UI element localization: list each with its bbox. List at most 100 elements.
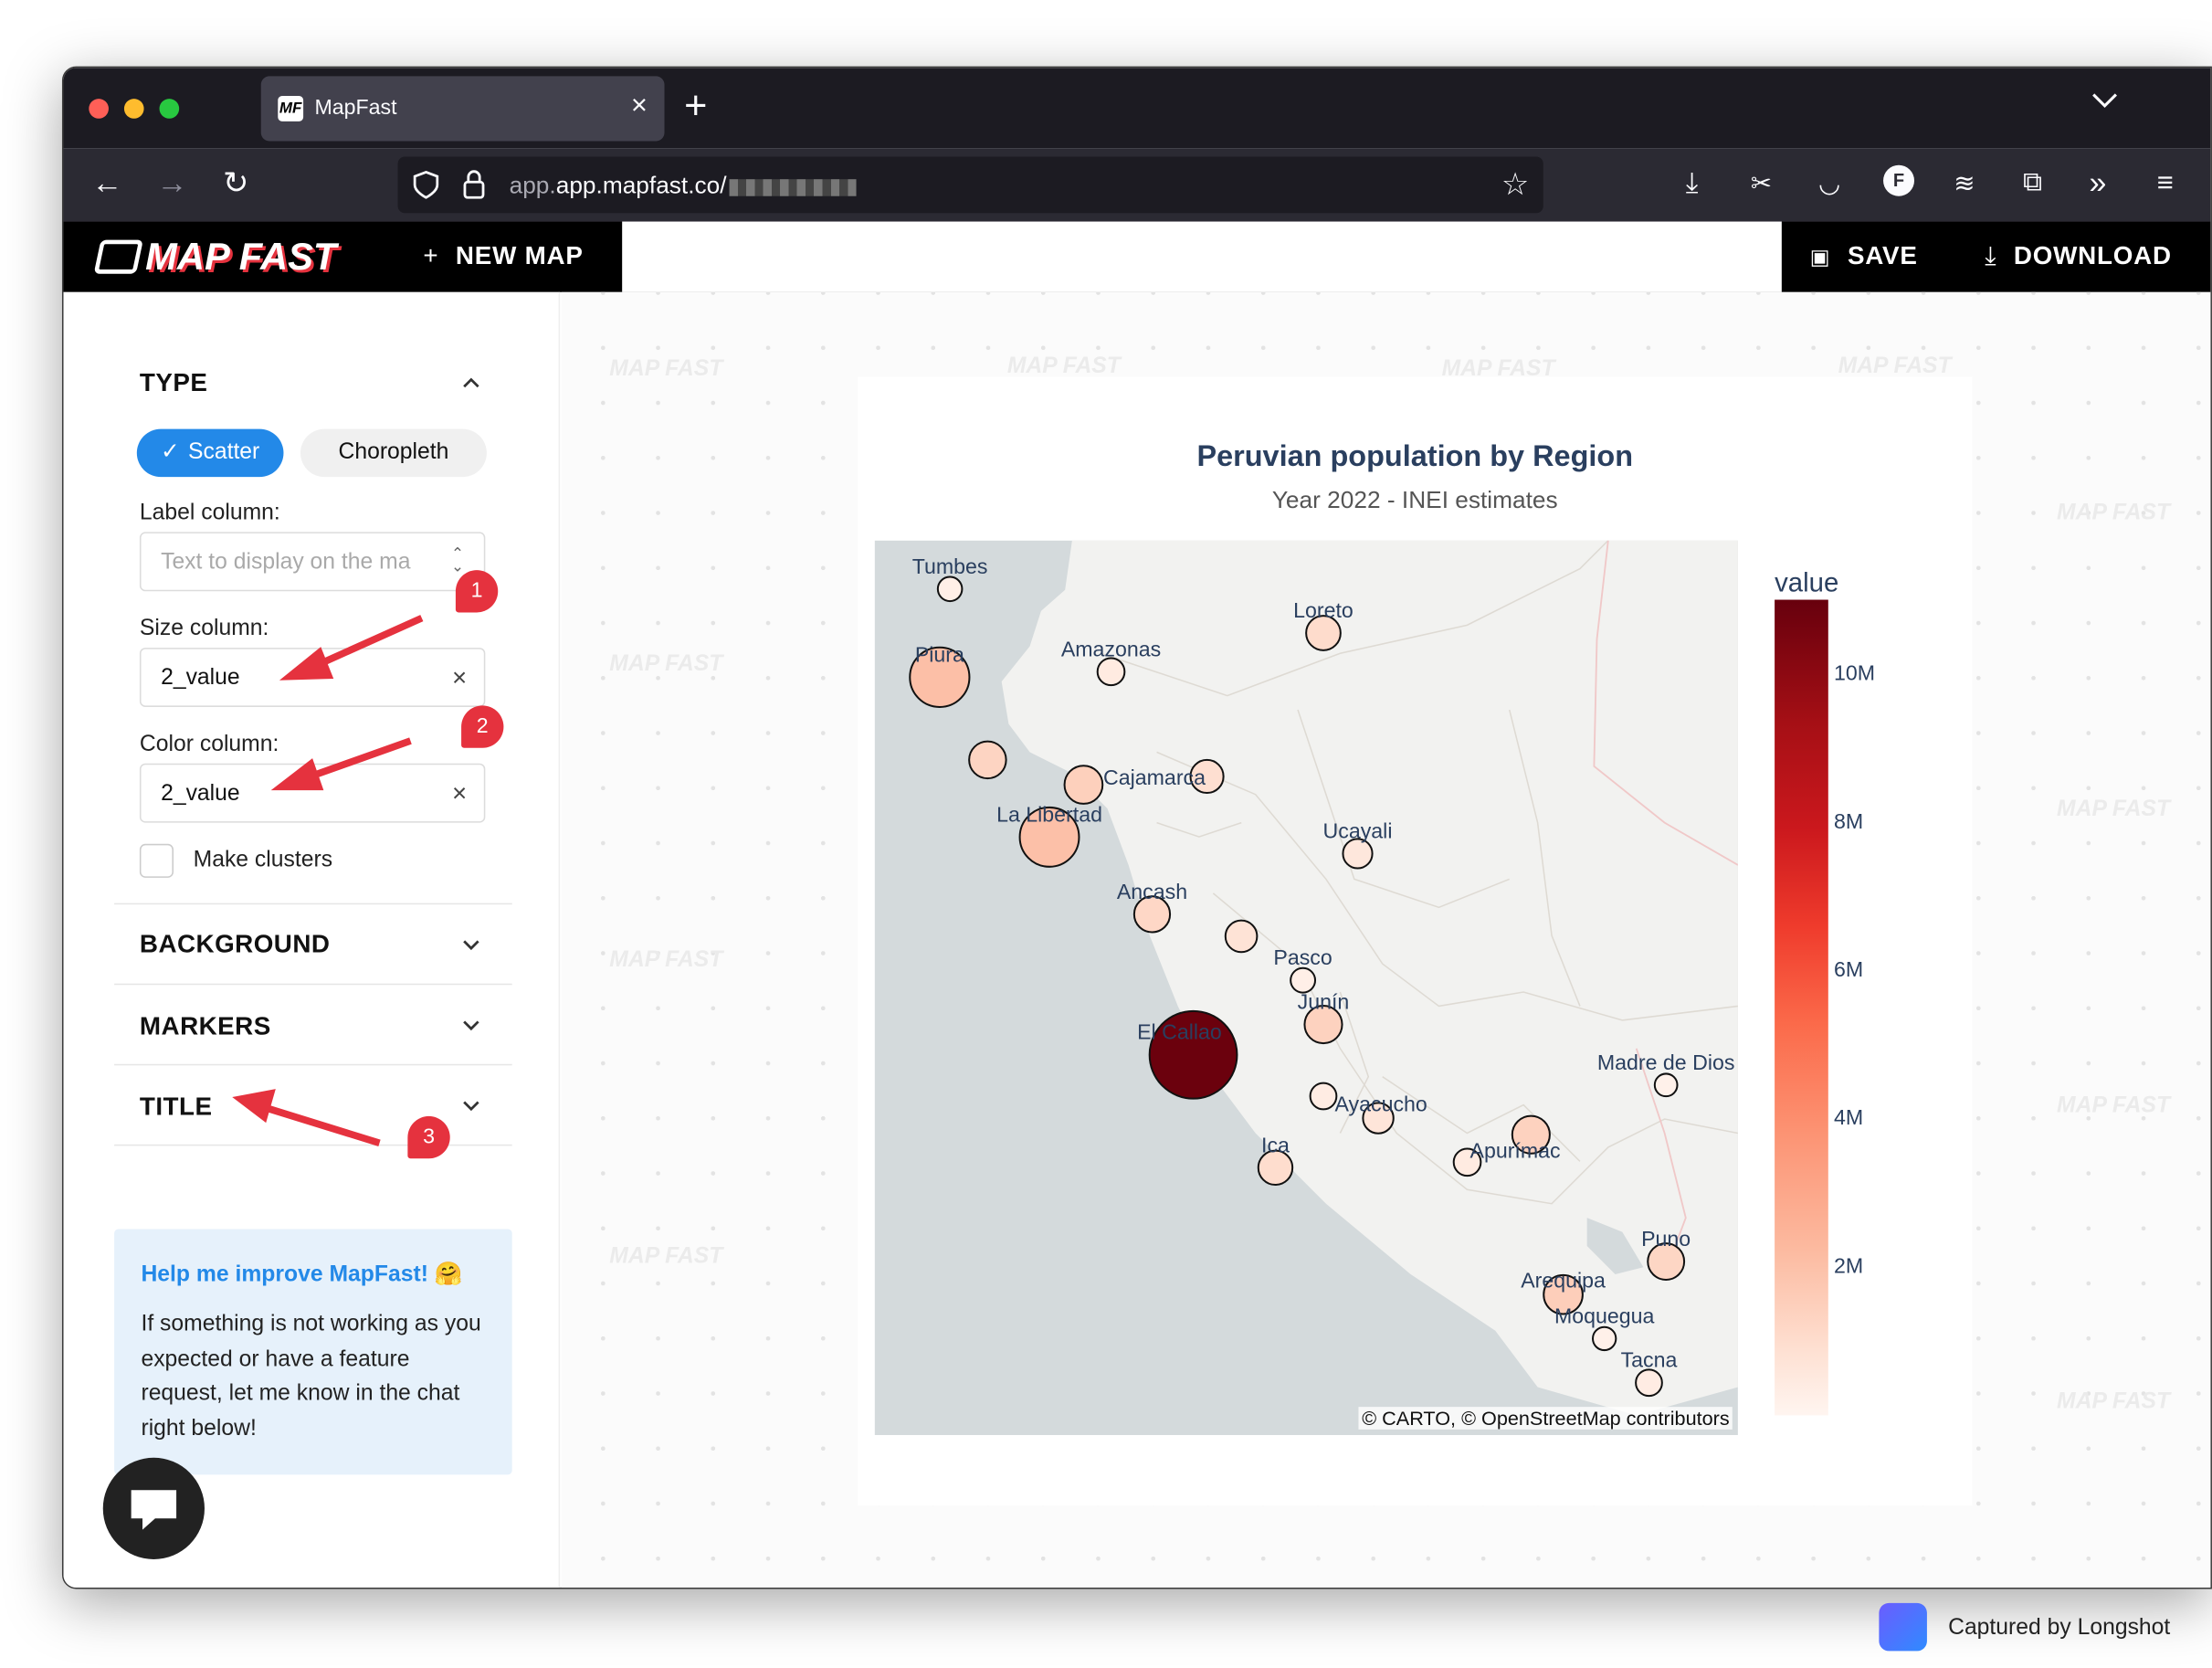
colorbar-tick-label: 8M: [1833, 809, 1864, 834]
app-header: MAP FAST + NEW MAP ▣ SAVE ⤓ DOWNLOAD: [63, 221, 2211, 292]
shield-icon[interactable]: [413, 170, 439, 199]
map-label-arequipa: Arequipa: [1521, 1268, 1606, 1292]
close-window-button[interactable]: [89, 99, 109, 119]
map-label-amazonas: Amazonas: [1061, 637, 1161, 660]
hamburger-menu-icon[interactable]: ≡: [2157, 168, 2174, 199]
reload-icon[interactable]: ↻: [223, 167, 248, 199]
map-marker-moquegua[interactable]: [1592, 1325, 1617, 1352]
chart-subtitle: Year 2022 - INEI estimates: [1271, 486, 1558, 514]
map-label-piura: Piura: [915, 642, 964, 666]
map-marker-madre-de-dios[interactable]: [1653, 1072, 1679, 1098]
map-label-tacna: Tacna: [1621, 1348, 1678, 1372]
minimize-window-button[interactable]: [123, 99, 144, 119]
map-label-moquegua: Moquegua: [1554, 1304, 1655, 1327]
help-body: If something is not working as you expec…: [141, 1312, 481, 1441]
redacted-url-path: [729, 178, 857, 195]
chat-button[interactable]: [102, 1457, 205, 1560]
download-label: DOWNLOAD: [2013, 241, 2172, 270]
forward-arrow-icon[interactable]: →: [156, 167, 187, 199]
settings-sidebar: TYPE ✓ Scatter Choropleth Label column: T…: [63, 291, 561, 1588]
map-marker-lambayeque[interactable]: [968, 740, 1007, 780]
map-label-ucayali: Ucayali: [1323, 818, 1393, 842]
pocket-icon[interactable]: ◡: [1818, 168, 1840, 199]
map-label-loreto: Loreto: [1293, 598, 1354, 622]
translate-icon[interactable]: ≋: [1954, 168, 1975, 199]
browser-tab[interactable]: MF MapFast ×: [260, 76, 665, 142]
map-label-ancash: Ancash: [1117, 880, 1187, 903]
browser-toolbar: ← → ↻ app.app.mapfast.co/ ☆ ⤓ ✂ ◡ F ≋ ⧉ …: [63, 148, 2211, 222]
annotation-arrows: [232, 615, 424, 1146]
map-marker-huancavelica[interactable]: [1309, 1082, 1338, 1111]
url-host: app.mapfast.co/: [555, 172, 727, 199]
header-spacer: [622, 221, 1782, 292]
map-label-pasco: Pasco: [1273, 945, 1332, 969]
map-svg[interactable]: Tumbes Loreto Amazonas Piura CajamarcaLa Lib…: [874, 540, 1738, 1436]
screenshot-icon[interactable]: ✂: [1751, 168, 1772, 199]
map-attribution: © CARTO, © OpenStreetMap contributors: [1359, 1407, 1733, 1430]
back-arrow-icon[interactable]: ←: [91, 167, 122, 199]
map-label-jun-n: Junín: [1298, 990, 1350, 1014]
download-icon: ⤓: [1985, 241, 1997, 270]
colorbar-tick-label: 10M: [1833, 660, 1876, 686]
extensions-puzzle-icon[interactable]: ⧉: [2023, 168, 2042, 199]
colorbar-tick-label: 4M: [1833, 1105, 1864, 1131]
list-tabs-chevron-icon[interactable]: [2092, 91, 2118, 109]
zoom-window-button[interactable]: [159, 99, 180, 119]
chart-title: Peruvian population by Region: [1196, 439, 1634, 473]
save-button[interactable]: ▣ SAVE: [1810, 241, 1918, 270]
map-label-el-callao: El Callao: [1137, 1020, 1222, 1044]
chart-figure: Peruvian population by Region Year 2022 …: [858, 376, 1973, 1506]
watermark: MAP FAST: [2057, 797, 2171, 822]
watermark: MAP FAST: [2057, 1093, 2171, 1118]
map-marker-hu-nuco[interactable]: [1224, 919, 1259, 954]
mapfast-favicon-icon: MF: [278, 96, 304, 121]
overflow-chevrons-icon[interactable]: »: [2090, 167, 2107, 199]
watermark: MAP FAST: [1006, 354, 1121, 379]
map-marker-ucayali[interactable]: [1342, 838, 1374, 870]
map-label-ayacucho: Ayacucho: [1335, 1092, 1427, 1115]
help-callout: Help me improve MapFast! 🤗 If something …: [114, 1229, 512, 1475]
lock-icon[interactable]: [463, 169, 486, 199]
plus-icon: +: [423, 241, 439, 270]
tab-close-icon[interactable]: ×: [631, 91, 648, 120]
url-bar[interactable]: app.app.mapfast.co/ ☆: [397, 156, 1543, 214]
map-canvas: MAP FAST MAP FAST MAP FAST MAP FAST MAP …: [561, 291, 2211, 1588]
annotation-badge-1: 1: [455, 570, 499, 613]
colorbar-tick-label: 2M: [1833, 1254, 1864, 1279]
downloads-icon[interactable]: ⤓: [1686, 168, 1699, 199]
map-label-la-libertad: La Libertad: [996, 802, 1102, 826]
colorbar: [1775, 599, 1828, 1416]
map-label-tumbes: Tumbes: [912, 554, 988, 578]
map-marker-tacna[interactable]: [1635, 1368, 1663, 1398]
save-label: SAVE: [1847, 241, 1918, 270]
tab-title: MapFast: [314, 96, 397, 121]
mapfast-logo[interactable]: MAP FAST: [93, 234, 337, 279]
new-tab-plus-icon[interactable]: +: [684, 85, 707, 125]
url-text: app.app.mapfast.co/: [510, 172, 857, 200]
browser-window: MF MapFast × + ← → ↻ app.app.mapfast.co/…: [61, 66, 2212, 1589]
help-title: Help me improve MapFast! 🤗: [141, 1262, 463, 1287]
floppy-disk-icon: ▣: [1809, 245, 1831, 270]
map-marker-cajamarca[interactable]: [1063, 765, 1104, 805]
watermark: MAP FAST: [1838, 354, 1952, 379]
bookmark-star-icon[interactable]: ☆: [1501, 166, 1529, 203]
map-label-apur-mac: Apurímac: [1470, 1139, 1561, 1163]
watermark: MAP FAST: [609, 948, 723, 973]
scatter-map[interactable]: Tumbes Loreto Amazonas Piura Cajamarca La Lib…: [874, 540, 1738, 1436]
new-map-button[interactable]: + NEW MAP: [423, 241, 583, 270]
colorbar-title: value: [1775, 568, 1839, 598]
watermark: MAP FAST: [609, 1244, 723, 1269]
chat-bubble-icon: [131, 1490, 177, 1530]
capture-credit: Captured by Longshot: [1948, 1615, 2171, 1641]
watermark: MAP FAST: [609, 356, 723, 382]
watermark: MAP FAST: [2057, 501, 2171, 525]
map-label-ica: Ica: [1261, 1133, 1290, 1156]
download-button[interactable]: ⤓ DOWNLOAD: [1985, 241, 2172, 270]
map-logo-icon: [93, 239, 143, 274]
account-f-icon[interactable]: F: [1883, 164, 1915, 196]
watermark: MAP FAST: [2057, 1389, 2171, 1414]
map-marker-tumbes[interactable]: [936, 575, 964, 603]
new-map-label: NEW MAP: [455, 241, 584, 270]
annotation-badge-3: 3: [407, 1115, 450, 1159]
map-marker-amazonas[interactable]: [1096, 657, 1126, 687]
